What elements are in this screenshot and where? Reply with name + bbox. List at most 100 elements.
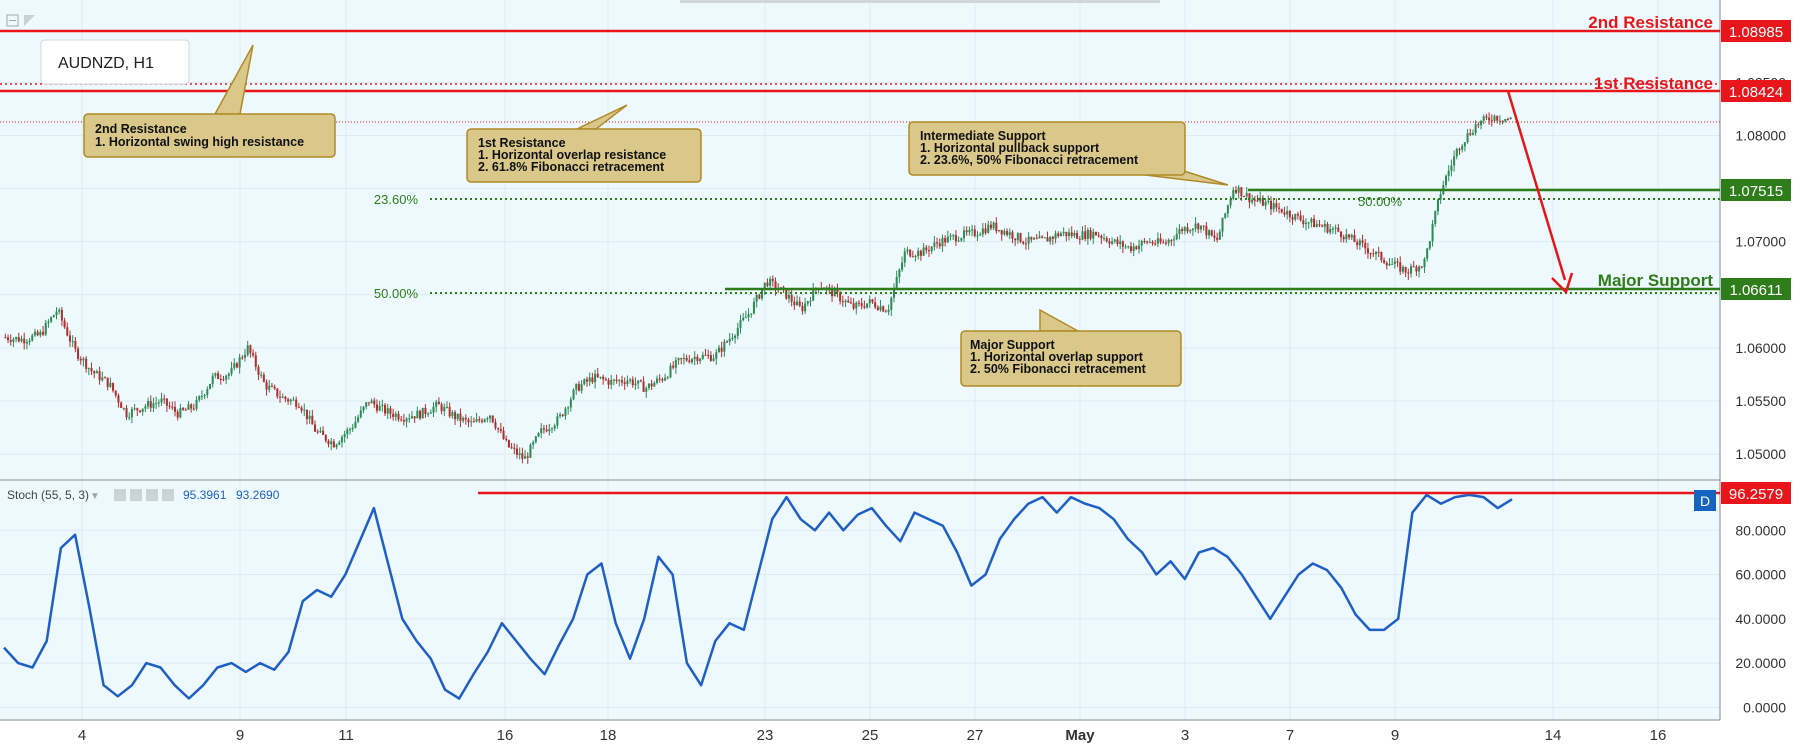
candle-body bbox=[168, 405, 171, 407]
candle-body bbox=[281, 396, 284, 398]
candle-body bbox=[917, 250, 920, 257]
candle-body bbox=[553, 425, 556, 429]
candle-body bbox=[254, 355, 257, 368]
candle-body bbox=[284, 396, 287, 400]
price-tick-label: 1.07000 bbox=[1735, 234, 1786, 250]
candle-body bbox=[726, 341, 729, 343]
candle-body bbox=[1116, 239, 1119, 245]
candle-body bbox=[1197, 223, 1200, 230]
fib-50-label-right: 50.00% bbox=[1358, 194, 1403, 209]
candle-body bbox=[1313, 218, 1316, 228]
candle-body bbox=[1046, 237, 1049, 242]
stoch-add-icon[interactable] bbox=[146, 489, 158, 501]
candle-body bbox=[957, 240, 960, 242]
candle-body bbox=[1006, 231, 1009, 235]
candle-body bbox=[445, 406, 448, 408]
candle-body bbox=[1399, 262, 1402, 272]
stoch-label[interactable]: Stoch (55, 5, 3) bbox=[7, 488, 89, 502]
candle-body bbox=[1248, 193, 1251, 203]
top-scroll-bar[interactable] bbox=[680, 0, 1160, 3]
note-r1-line-3: 2. 61.8% Fibonacci retracement bbox=[478, 160, 665, 174]
candle-body bbox=[709, 355, 712, 361]
candle-body bbox=[454, 412, 457, 420]
candle-body bbox=[618, 380, 621, 382]
candle-body bbox=[437, 401, 440, 405]
candle-body bbox=[747, 314, 750, 318]
note-intermediate[interactable]: Intermediate Support 1. Horizontal pullb… bbox=[908, 121, 1229, 186]
candle-body bbox=[989, 224, 992, 229]
candle-body bbox=[1111, 241, 1114, 244]
candle-body bbox=[680, 358, 683, 360]
candle-body bbox=[1431, 223, 1434, 242]
candle-body bbox=[801, 305, 804, 312]
candle-body bbox=[936, 242, 939, 244]
candle-body bbox=[1170, 240, 1173, 242]
candle-body bbox=[79, 358, 82, 361]
candle-body bbox=[567, 407, 570, 409]
candle-body bbox=[217, 373, 220, 379]
candle-body bbox=[1103, 238, 1106, 240]
candle-body bbox=[1458, 148, 1461, 150]
candle-body bbox=[351, 427, 354, 430]
candle-body bbox=[1331, 228, 1334, 230]
candle-body bbox=[588, 377, 591, 382]
stoch-level-value: 96.2579 bbox=[1729, 486, 1783, 503]
candle-body bbox=[276, 388, 279, 397]
candle-body bbox=[1154, 243, 1157, 245]
candle-body bbox=[650, 383, 653, 387]
candle-body bbox=[1132, 246, 1135, 251]
price-tick-label: 1.08000 bbox=[1735, 127, 1786, 143]
time-tick-label: 11 bbox=[338, 727, 354, 744]
candle-body bbox=[720, 347, 723, 352]
candle-body bbox=[243, 354, 247, 358]
candle-body bbox=[192, 408, 195, 410]
candle-body bbox=[1501, 120, 1504, 122]
candle-body bbox=[305, 409, 308, 420]
candle-body bbox=[44, 322, 47, 335]
stoch-settings-icon[interactable] bbox=[130, 489, 142, 501]
candle-body bbox=[1224, 213, 1227, 218]
candle-body bbox=[1003, 231, 1006, 235]
stoch-close-icon[interactable] bbox=[162, 489, 174, 501]
candle-body bbox=[1210, 230, 1213, 236]
candle-body bbox=[416, 410, 419, 419]
candle-body bbox=[179, 408, 182, 418]
candle-body bbox=[944, 237, 947, 243]
candle-body bbox=[1232, 189, 1235, 199]
candle-body bbox=[1302, 220, 1305, 225]
candle-body bbox=[688, 360, 691, 363]
candle-body bbox=[160, 398, 163, 403]
candle-body bbox=[1035, 238, 1038, 240]
candle-body bbox=[1008, 232, 1011, 235]
candle-body bbox=[1073, 232, 1076, 236]
candle-body bbox=[103, 377, 107, 379]
candle-body bbox=[922, 247, 925, 256]
candle-body bbox=[561, 414, 564, 416]
candle-body bbox=[373, 400, 376, 405]
candle-body bbox=[246, 345, 249, 355]
candle-body bbox=[925, 247, 928, 251]
stoch-level-tag: 96.2579 bbox=[1721, 482, 1791, 504]
candle-body bbox=[1420, 266, 1423, 268]
candle-body bbox=[1162, 242, 1165, 244]
candle-body bbox=[195, 399, 198, 409]
candle-body bbox=[1393, 261, 1396, 264]
candle-body bbox=[163, 398, 166, 400]
candle-body bbox=[685, 357, 688, 361]
candle-body bbox=[742, 317, 745, 321]
candle-body bbox=[1159, 238, 1162, 243]
candle-body bbox=[31, 335, 34, 341]
candle-body bbox=[871, 299, 874, 303]
major-price-value: 1.06611 bbox=[1729, 282, 1782, 299]
candle-body bbox=[241, 357, 244, 359]
candle-body bbox=[1173, 239, 1176, 241]
candle-body bbox=[1482, 116, 1485, 121]
candle-body bbox=[1388, 263, 1391, 266]
candle-body bbox=[28, 340, 31, 342]
candle-body bbox=[365, 402, 368, 407]
candle-body bbox=[117, 395, 120, 403]
candle-body bbox=[545, 429, 548, 432]
stoch-dropdown-icon[interactable]: ▼ bbox=[90, 491, 100, 502]
stoch-visibility-icon[interactable] bbox=[114, 489, 126, 501]
candle-body bbox=[1189, 230, 1192, 232]
